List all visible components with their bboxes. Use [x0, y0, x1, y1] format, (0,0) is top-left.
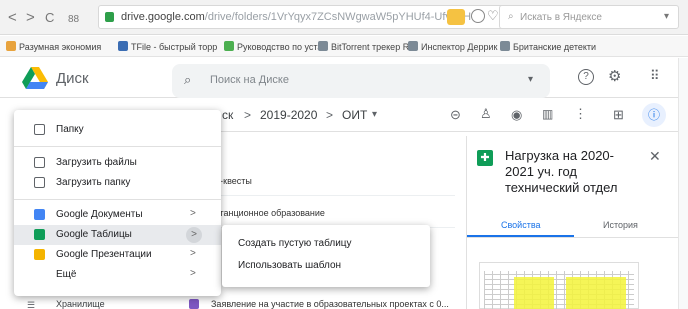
forward-button[interactable]: >	[26, 10, 35, 25]
file-title-line: 2021 уч. год	[505, 164, 578, 179]
breadcrumb-separator-icon: >	[326, 108, 334, 122]
menu-item-upload-folder[interactable]: Загрузить папку	[14, 173, 221, 193]
sheets-icon: ✚	[477, 150, 493, 166]
sheets-submenu: Создать пустую таблицу Использовать шабл…	[222, 225, 430, 287]
bookmark-icon	[500, 41, 510, 51]
list-item[interactable]: станционное образование	[185, 196, 455, 228]
back-button[interactable]: <	[8, 10, 17, 25]
bookmark-heart-icon[interactable]: ♡	[487, 8, 499, 24]
search-icon: ⌕	[508, 11, 514, 22]
chevron-right-icon: >	[190, 248, 196, 259]
chevron-right-icon: >	[186, 227, 202, 243]
url-text: drive.google.com/drive/folders/1VrYqyx7Z…	[121, 11, 472, 23]
file-upload-icon	[34, 157, 45, 168]
reader-icon[interactable]	[471, 9, 485, 23]
folder-add-icon	[34, 124, 45, 135]
form-file-icon	[189, 299, 199, 309]
bookmark-item[interactable]: Британские детекти	[500, 41, 596, 52]
file-thumbnail[interactable]	[479, 262, 639, 309]
browser-search-placeholder: Искать в Яндексе	[520, 12, 602, 23]
file-title-line: технический отдел	[505, 180, 618, 195]
share-add-person-icon[interactable]: ♙	[480, 106, 492, 122]
sheets-icon	[34, 229, 45, 240]
more-vert-icon[interactable]: ⋮	[574, 106, 587, 122]
bookmark-item[interactable]: TFile - быстрый торр	[118, 41, 217, 52]
docs-icon	[34, 209, 45, 220]
chevron-down-icon[interactable]: ▾	[372, 109, 377, 120]
bookmark-icon	[408, 41, 418, 51]
thumbnail-highlight	[566, 277, 626, 309]
storage-label[interactable]: Хранилище	[56, 299, 105, 309]
file-title-line: Нагрузка на 2020-	[505, 148, 614, 163]
new-item-menu: Папку Загрузить файлы Загрузить папку Go…	[14, 110, 221, 296]
search-placeholder: Поиск на Диске	[210, 74, 289, 86]
file-name: Заявление на участие в образовательных п…	[211, 299, 449, 309]
file-name: станционное образование	[215, 208, 325, 218]
trash-icon[interactable]: ▥	[542, 107, 553, 121]
help-icon[interactable]: ?	[578, 69, 594, 85]
bookmark-item[interactable]: Разумная экономия	[6, 41, 101, 52]
chevron-down-icon[interactable]: ▾	[664, 11, 669, 22]
search-options-icon[interactable]: ▾	[528, 74, 533, 85]
menu-item-folder[interactable]: Папку	[14, 120, 221, 140]
slides-icon	[34, 249, 45, 260]
chevron-right-icon: >	[190, 208, 196, 219]
close-icon[interactable]: ✕	[649, 148, 661, 165]
reload-button[interactable]: C	[45, 10, 54, 25]
search-icon[interactable]: ⌕	[184, 72, 191, 88]
browser-search-box[interactable]: ⌕ Искать в Яндексе ▾	[499, 5, 679, 29]
app-name: Диск	[56, 70, 89, 87]
tabs-grid-button[interactable]: 88	[68, 12, 79, 27]
bookmark-item[interactable]: Руководство по уста	[224, 41, 322, 52]
drive-header: Диск ⌕ Поиск на Диске ▾ ? ⚙ ⠿	[0, 58, 688, 98]
submenu-item-create-blank[interactable]: Создать пустую таблицу	[238, 238, 352, 249]
folder-upload-icon	[34, 177, 45, 188]
storage-icon: ☰	[27, 300, 36, 309]
menu-item-upload-files[interactable]: Загрузить файлы	[14, 153, 221, 173]
bookmark-item[interactable]: BitTorrent трекер Ru	[318, 41, 414, 52]
lock-icon	[105, 12, 114, 22]
folder-toolbar: ск > 2019-2020 > ОИТ ▾ ⊝ ♙ ◉ ▥ ⋮ ⊞ ⓘ	[210, 100, 688, 132]
drive-logo-icon[interactable]	[22, 67, 48, 89]
right-side-rail	[678, 58, 688, 309]
menu-item-google-sheets[interactable]: Google Таблицы >	[14, 225, 221, 245]
list-item[interactable]: Заявление на участие в образовательных п…	[185, 288, 449, 309]
menu-item-google-slides[interactable]: Google Презентации >	[14, 245, 221, 265]
thumbnail-highlight	[514, 277, 554, 309]
tab-history[interactable]: История	[603, 220, 638, 230]
grid-view-icon[interactable]: ⊞	[613, 107, 624, 123]
bookmark-icon	[6, 41, 16, 51]
chevron-right-icon: >	[190, 268, 196, 279]
info-icon[interactable]: ⓘ	[642, 103, 666, 127]
menu-item-more[interactable]: Ещё >	[14, 265, 221, 285]
breadcrumb-separator-icon: >	[244, 108, 252, 122]
link-icon[interactable]: ⊝	[450, 107, 461, 123]
bookmark-item[interactable]: Инспектор Деррик	[408, 41, 497, 52]
breadcrumb-current[interactable]: ОИТ	[342, 108, 367, 122]
divider	[14, 146, 221, 147]
browser-toolbar: < > C 88 drive.google.com/drive/folders/…	[0, 0, 688, 35]
preview-eye-icon[interactable]: ◉	[511, 107, 522, 123]
bookmark-icon	[318, 41, 328, 51]
settings-gear-icon[interactable]: ⚙	[608, 67, 621, 85]
file-title: Нагрузка на 2020- 2021 уч. год техническ…	[505, 148, 617, 196]
breadcrumb-partial[interactable]: ск	[222, 108, 233, 122]
list-item[interactable]: б-квесты	[185, 164, 455, 196]
breadcrumb-item[interactable]: 2019-2020	[260, 108, 317, 122]
shield-icon[interactable]	[447, 9, 465, 25]
bookmark-icon	[224, 41, 234, 51]
submenu-item-use-template[interactable]: Использовать шаблон	[238, 260, 341, 271]
bookmarks-bar: Разумная экономия TFile - быстрый торр Р…	[0, 36, 688, 57]
bookmark-icon	[118, 41, 128, 51]
drive-search-input[interactable]: ⌕ Поиск на Диске ▾	[172, 64, 550, 98]
divider	[14, 199, 221, 200]
menu-item-google-docs[interactable]: Google Документы >	[14, 205, 221, 225]
divider	[467, 237, 681, 238]
apps-grid-icon[interactable]: ⠿	[650, 68, 659, 84]
tab-properties[interactable]: Свойства	[501, 220, 541, 230]
details-panel: ✚ Нагрузка на 2020- 2021 уч. год техниче…	[466, 136, 681, 309]
